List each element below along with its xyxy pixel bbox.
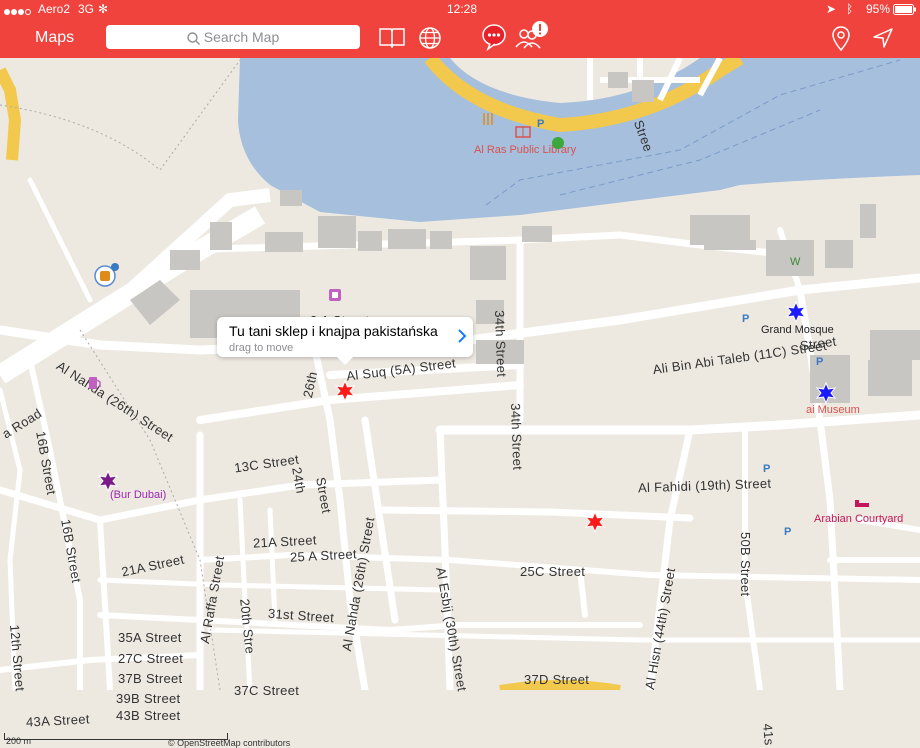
hotel-bed-icon <box>855 500 869 507</box>
chevron-right-icon[interactable] <box>457 328 467 344</box>
street-label: 43A Street <box>25 711 91 730</box>
callout-subtitle: drag to move <box>229 342 294 354</box>
street-label: 39B Street <box>116 691 181 706</box>
parking-icon: P <box>537 118 545 130</box>
street-label: 37C Street <box>234 683 300 698</box>
fuel-station-icon <box>89 377 101 389</box>
book-icon[interactable] <box>379 26 405 53</box>
street-label: 37B Street <box>118 671 183 686</box>
search-placeholder: Search Map <box>203 29 280 45</box>
street-label: 25C Street <box>520 564 586 579</box>
parking-icon: P <box>763 463 771 475</box>
mosque-label: Grand Mosque <box>761 324 834 336</box>
toolbar: Maps Search Map <box>0 18 920 58</box>
restaurant-icon <box>483 113 493 125</box>
attribution: © OpenStreetMap contributors <box>168 738 291 748</box>
status-bar: Aero2 3G ✻ 12:28 ➤ ᛒ 95% <box>0 0 920 18</box>
search-input[interactable]: Search Map <box>106 25 360 49</box>
map-background <box>0 58 920 690</box>
street-label: 43B Street <box>116 708 181 723</box>
parking-icon: P <box>784 526 792 538</box>
chat-icon[interactable] <box>481 23 507 56</box>
blue-star-pin[interactable] <box>785 301 807 323</box>
street-label: 37D Street <box>524 672 590 687</box>
bluetooth-icon: ᛒ <box>846 2 854 16</box>
parking-icon: P <box>816 356 824 368</box>
network-label: 3G <box>78 2 95 16</box>
pin-callout[interactable]: Tu tani sklep i knajpa pakistańska drag … <box>217 317 473 357</box>
street-label: 34th Street <box>492 310 510 378</box>
hotel-label: Arabian Courtyard <box>814 513 904 525</box>
street-label: 34th Street <box>508 403 526 471</box>
callout-title: Tu tani sklep i knajpa pakistańska <box>229 323 438 339</box>
map-canvas[interactable]: Al Nahda (26th) Street Al Suq (5A) Stree… <box>0 58 920 748</box>
battery-percent: 95% <box>866 2 891 16</box>
tram-station-icon <box>94 263 119 287</box>
museum-label: ai Museum <box>806 404 860 416</box>
library-book-icon <box>515 126 531 138</box>
purple-star-pin[interactable] <box>97 470 119 492</box>
park-icon <box>552 137 564 149</box>
scale-label: 200 m <box>6 736 32 746</box>
blue-star-pin[interactable] <box>815 382 837 404</box>
street-label: 50B Street <box>738 532 753 597</box>
shop-icon <box>329 289 341 301</box>
w-label: W <box>790 256 801 268</box>
battery-icon <box>893 4 917 18</box>
activity-icon: ✻ <box>98 2 109 16</box>
clock: 12:28 <box>447 2 478 16</box>
users-alert-icon[interactable] <box>514 21 550 56</box>
location-status-icon: ➤ <box>826 2 837 16</box>
callout-pointer <box>336 356 354 365</box>
red-star-pin[interactable] <box>584 511 606 533</box>
globe-icon[interactable] <box>418 26 442 55</box>
navigate-arrow-icon[interactable] <box>873 28 893 53</box>
street-label: 27C Street <box>118 651 184 666</box>
signal-icon <box>4 5 34 19</box>
red-star-pin[interactable] <box>334 380 356 402</box>
maps-back-button[interactable]: Maps <box>35 29 74 47</box>
search-icon <box>187 32 200 45</box>
carrier-label: Aero2 <box>38 2 71 16</box>
street-label: 41s <box>760 723 777 747</box>
street-label: 35A Street <box>118 630 182 645</box>
location-pin-icon[interactable] <box>832 26 850 57</box>
parking-icon: P <box>742 313 750 325</box>
